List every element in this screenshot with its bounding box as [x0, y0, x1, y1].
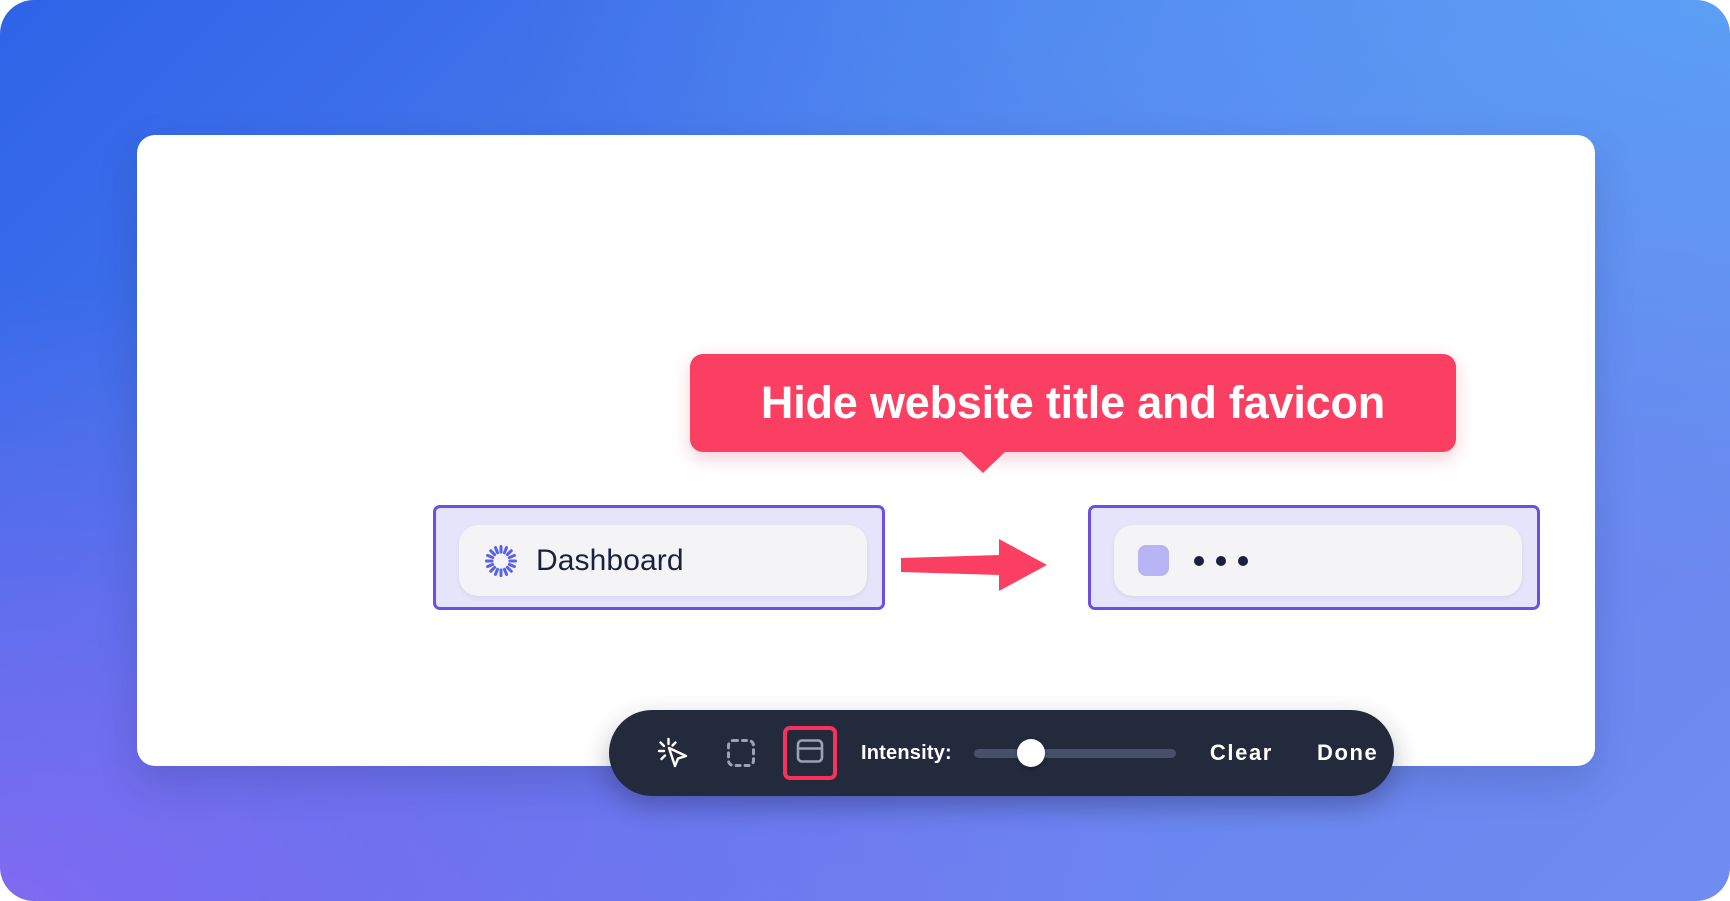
- intensity-label: Intensity:: [861, 741, 952, 764]
- content-card: Hide website title and favicon Dashboard…: [137, 135, 1595, 796]
- redacted-title-dots: [1194, 555, 1248, 566]
- browser-tab-before[interactable]: Dashboard: [459, 525, 867, 596]
- window-hide-tool-button[interactable]: [783, 726, 837, 780]
- app-background: Hide website title and favicon Dashboard…: [0, 0, 1730, 901]
- tab-selection-after[interactable]: [1088, 505, 1540, 610]
- redacted-dot: [1216, 555, 1226, 566]
- redacted-dot: [1194, 555, 1204, 566]
- browser-tab-after[interactable]: [1114, 525, 1522, 596]
- area-select-tool-button[interactable]: [721, 733, 761, 773]
- sunburst-favicon-icon: [483, 543, 519, 579]
- redacted-favicon-icon: [1138, 545, 1169, 576]
- transition-arrow-icon: [899, 535, 1049, 600]
- callout-bubble: Hide website title and favicon: [690, 354, 1456, 452]
- magic-cursor-tool-button[interactable]: [653, 733, 693, 773]
- intensity-slider[interactable]: [973, 739, 1176, 767]
- tab-title-before: Dashboard: [536, 543, 684, 577]
- intensity-slider-track[interactable]: [973, 749, 1176, 758]
- done-button[interactable]: Done: [1317, 740, 1378, 766]
- browser-window-icon: [795, 736, 825, 771]
- callout-tail: [960, 451, 1006, 473]
- tab-selection-before[interactable]: Dashboard: [433, 505, 885, 610]
- redacted-dot: [1238, 555, 1248, 566]
- editor-toolbar: Intensity: Clear Done: [609, 710, 1394, 796]
- intensity-slider-thumb[interactable]: [1017, 739, 1046, 767]
- clear-button[interactable]: Clear: [1210, 740, 1273, 766]
- callout-text: Hide website title and favicon: [760, 377, 1386, 428]
